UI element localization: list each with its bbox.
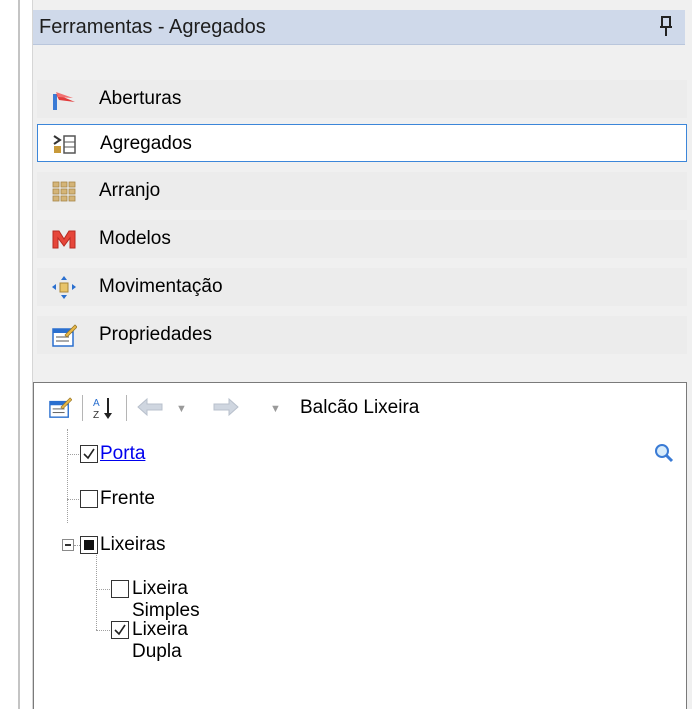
aggregate-icon xyxy=(52,133,76,155)
grid-icon xyxy=(51,180,76,202)
panel-title: Ferramentas - Agregados xyxy=(39,16,266,38)
forward-arrow-icon[interactable] xyxy=(210,397,240,423)
nav-item-label: Aberturas xyxy=(99,88,182,109)
flag-icon xyxy=(51,88,75,110)
back-arrow-icon[interactable] xyxy=(136,397,166,423)
collapse-icon[interactable] xyxy=(62,539,74,551)
nav-item-movimentacao[interactable]: Movimentação xyxy=(37,268,687,306)
tree-node-label[interactable]: Frente xyxy=(100,488,155,510)
checkbox-unchecked[interactable] xyxy=(80,490,98,508)
svg-text:Z: Z xyxy=(93,410,99,421)
nav-item-aberturas[interactable]: Aberturas xyxy=(37,80,687,118)
properties-pane: A Z ▼ ▼ Balcão Lixeira Porta Frente Lixe… xyxy=(33,382,687,709)
toolbar-separator xyxy=(126,395,127,421)
panel-titlebar: Ferramentas - Agregados xyxy=(33,10,685,45)
nav-item-label: Movimentação xyxy=(99,276,223,297)
tree-connector xyxy=(96,555,97,630)
checkbox-checked[interactable] xyxy=(80,445,98,463)
tree-node-label[interactable]: Lixeira Dupla xyxy=(132,619,188,663)
checkbox-checked[interactable] xyxy=(111,621,129,639)
nav-item-propriedades[interactable]: Propriedades xyxy=(37,316,687,354)
tree-connector xyxy=(96,589,110,590)
move-arrows-icon xyxy=(51,276,76,299)
tree-connector xyxy=(67,429,68,523)
tree-node-label[interactable]: Porta xyxy=(100,443,145,465)
pin-icon[interactable] xyxy=(659,16,673,38)
properties-icon xyxy=(51,324,78,347)
tree-node-label[interactable]: Lixeira Simples xyxy=(132,578,200,622)
svg-text:A: A xyxy=(93,398,100,409)
nav-item-label: Agregados xyxy=(100,133,192,154)
nav-item-label: Propriedades xyxy=(99,324,213,345)
checkbox-partial[interactable] xyxy=(80,536,98,554)
sort-alphabetical-icon[interactable]: A Z xyxy=(92,395,116,427)
nav-item-modelos[interactable]: Modelos xyxy=(37,220,687,258)
search-icon[interactable] xyxy=(654,443,674,469)
tree-connector xyxy=(67,499,79,500)
nav-item-label: Arranjo xyxy=(99,180,161,201)
tree-connector xyxy=(67,454,79,455)
checkbox-unchecked[interactable] xyxy=(111,580,129,598)
nav-item-label: Modelos xyxy=(99,228,171,249)
current-path: Balcão Lixeira xyxy=(300,397,420,418)
properties-icon[interactable] xyxy=(48,397,73,425)
window-left-edge xyxy=(18,0,20,709)
models-m-icon xyxy=(51,228,76,250)
tree-connector xyxy=(96,630,110,631)
nav-item-agregados[interactable]: Agregados xyxy=(37,124,687,162)
properties-toolbar: A Z ▼ ▼ Balcão Lixeira xyxy=(34,383,686,435)
forward-dropdown-icon[interactable]: ▼ xyxy=(270,403,281,415)
back-dropdown-icon[interactable]: ▼ xyxy=(176,403,187,415)
nav-item-arranjo[interactable]: Arranjo xyxy=(37,172,687,210)
tools-panel: Ferramentas - Agregados Aberturas Agrega… xyxy=(32,0,692,709)
tree-node-label[interactable]: Lixeiras xyxy=(100,534,165,556)
toolbar-separator xyxy=(82,395,83,421)
